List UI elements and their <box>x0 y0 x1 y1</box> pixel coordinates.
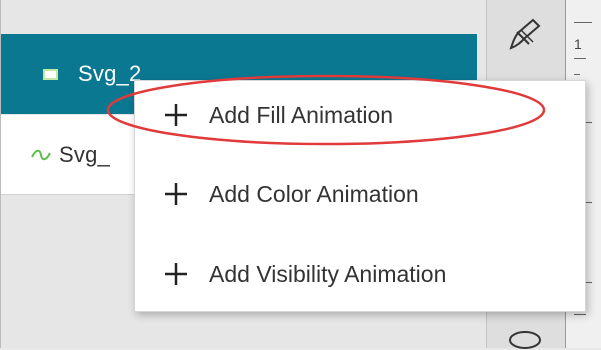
menu-item-add-visibility-animation[interactable]: Add Visibility Animation <box>135 244 585 304</box>
menu-item-label: Add Fill Animation <box>209 101 394 128</box>
ellipse-tool-icon[interactable] <box>507 328 543 350</box>
ruler-tick <box>574 22 592 23</box>
plus-icon <box>165 104 187 126</box>
menu-item-add-color-animation[interactable]: Add Color Animation <box>135 164 585 224</box>
pen-tool-icon[interactable] <box>507 18 543 52</box>
menu-item-label: Add Visibility Animation <box>209 260 447 287</box>
ruler-number: 1 <box>574 36 582 52</box>
path-wave-icon <box>31 149 51 160</box>
rectangle-layer-icon <box>43 68 58 80</box>
layer-label: Svg_ <box>59 141 110 167</box>
plus-icon <box>165 183 187 205</box>
ruler-tick <box>574 58 586 59</box>
menu-item-label: Add Color Animation <box>209 180 419 207</box>
layer-label: Svg_2 <box>78 61 142 86</box>
plus-icon <box>165 263 187 285</box>
context-menu: Add Fill Animation Add Color Animation A… <box>134 80 586 312</box>
ruler-tick <box>574 314 586 315</box>
ruler-tick <box>574 74 580 75</box>
menu-item-add-fill-animation[interactable]: Add Fill Animation <box>135 85 585 145</box>
